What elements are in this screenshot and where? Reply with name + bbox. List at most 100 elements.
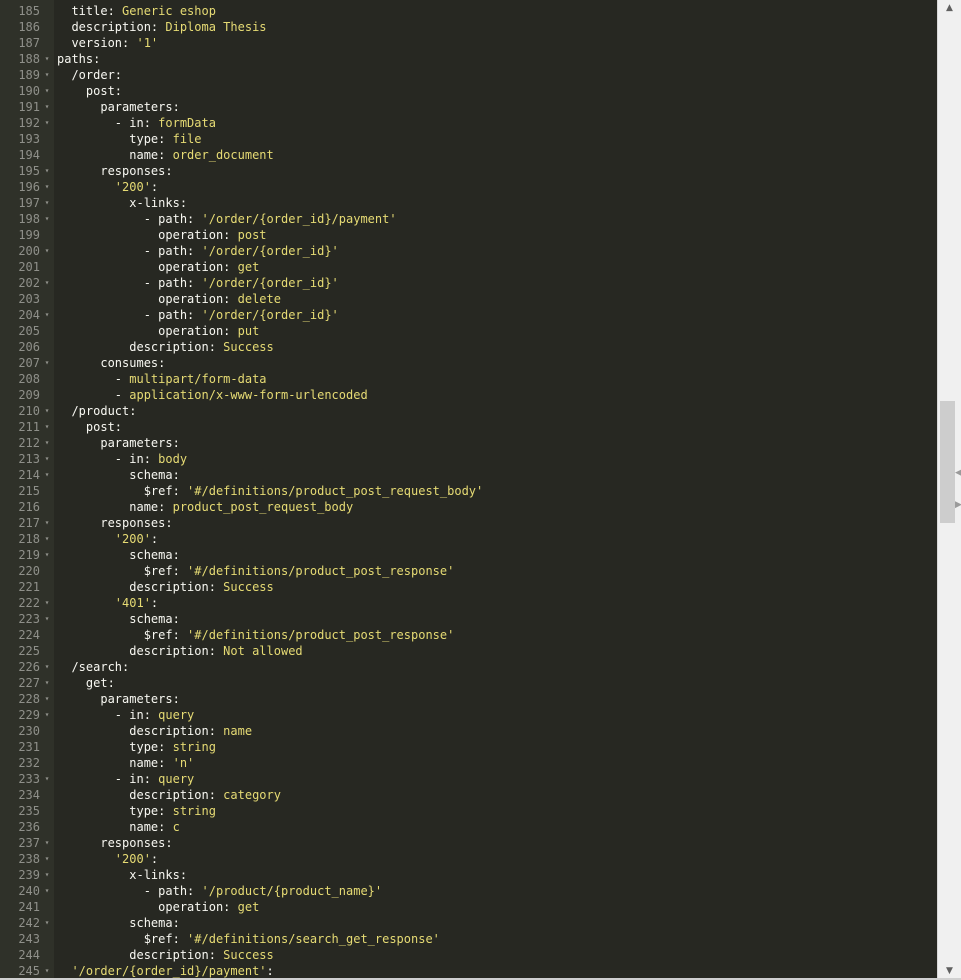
code-line[interactable]: 218 ▾ '200':: [0, 531, 940, 547]
chevron-down-icon[interactable]: ▾: [43, 675, 51, 691]
code-lines[interactable]: 185 title: Generic eshop 186 description:…: [0, 3, 940, 979]
code-line[interactable]: 209 - application/x-www-form-urlencoded: [0, 387, 940, 403]
code-line[interactable]: 245 ▾ '/order/{order_id}/payment':: [0, 963, 940, 979]
code-line[interactable]: 204 ▾ - path: '/order/{order_id}': [0, 307, 940, 323]
code-line[interactable]: 185 title: Generic eshop: [0, 3, 940, 19]
chevron-down-icon[interactable]: ▾: [43, 419, 51, 435]
chevron-down-icon[interactable]: ▾: [43, 99, 51, 115]
chevron-down-icon[interactable]: ▾: [43, 691, 51, 707]
code-line[interactable]: 225 description: Not allowed: [0, 643, 940, 659]
code-line[interactable]: 222 ▾ '401':: [0, 595, 940, 611]
chevron-down-icon[interactable]: ▾: [43, 195, 51, 211]
code-line[interactable]: 243 $ref: '#/definitions/search_get_resp…: [0, 931, 940, 947]
code-line[interactable]: 197 ▾ x-links:: [0, 195, 940, 211]
chevron-down-icon[interactable]: ▾: [43, 835, 51, 851]
code-line[interactable]: 186 description: Diploma Thesis: [0, 19, 940, 35]
chevron-down-icon[interactable]: ▾: [43, 531, 51, 547]
code-line[interactable]: 235 type: string: [0, 803, 940, 819]
chevron-down-icon[interactable]: ▾: [43, 403, 51, 419]
code-line[interactable]: 203 operation: delete: [0, 291, 940, 307]
code-line[interactable]: 201 operation: get: [0, 259, 940, 275]
code-line[interactable]: 242 ▾ schema:: [0, 915, 940, 931]
chevron-down-icon[interactable]: ▾: [43, 515, 51, 531]
scrollbar-thumb[interactable]: [940, 401, 955, 523]
code-line[interactable]: 230 description: name: [0, 723, 940, 739]
code-line[interactable]: 210 ▾ /product:: [0, 403, 940, 419]
code-line[interactable]: 189 ▾ /order:: [0, 67, 940, 83]
code-line[interactable]: 190 ▾ post:: [0, 83, 940, 99]
code-line[interactable]: 211 ▾ post:: [0, 419, 940, 435]
code-line[interactable]: 219 ▾ schema:: [0, 547, 940, 563]
code-line[interactable]: 234 description: category: [0, 787, 940, 803]
chevron-down-icon[interactable]: ▾: [43, 771, 51, 787]
code-line[interactable]: 239 ▾ x-links:: [0, 867, 940, 883]
chevron-down-icon[interactable]: ▾: [43, 51, 51, 67]
code-editor[interactable]: 185 title: Generic eshop 186 description:…: [0, 0, 961, 980]
code-line[interactable]: 202 ▾ - path: '/order/{order_id}': [0, 275, 940, 291]
chevron-down-icon[interactable]: ▾: [43, 307, 51, 323]
code-line[interactable]: 238 ▾ '200':: [0, 851, 940, 867]
code-line[interactable]: 193 type: file: [0, 131, 940, 147]
chevron-down-icon[interactable]: ▾: [43, 851, 51, 867]
code-line[interactable]: 226 ▾ /search:: [0, 659, 940, 675]
code-line[interactable]: 206 description: Success: [0, 339, 940, 355]
chevron-down-icon[interactable]: ▾: [43, 115, 51, 131]
code-line[interactable]: 221 description: Success: [0, 579, 940, 595]
chevron-down-icon[interactable]: ▾: [43, 451, 51, 467]
code-line[interactable]: 244 description: Success: [0, 947, 940, 963]
code-line[interactable]: 223 ▾ schema:: [0, 611, 940, 627]
chevron-down-icon[interactable]: ▾: [43, 707, 51, 723]
code-line[interactable]: 187 version: '1': [0, 35, 940, 51]
chevron-down-icon[interactable]: ▾: [43, 211, 51, 227]
code-line[interactable]: 198 ▾ - path: '/order/{order_id}/payment': [0, 211, 940, 227]
code-line[interactable]: 224 $ref: '#/definitions/product_post_re…: [0, 627, 940, 643]
chevron-down-icon[interactable]: ▾: [43, 963, 51, 979]
chevron-down-icon[interactable]: ▾: [43, 163, 51, 179]
chevron-down-icon[interactable]: ▾: [43, 83, 51, 99]
code-line[interactable]: 212 ▾ parameters:: [0, 435, 940, 451]
chevron-down-icon[interactable]: ▾: [43, 355, 51, 371]
chevron-down-icon[interactable]: ▾: [43, 595, 51, 611]
chevron-down-icon[interactable]: ▾: [43, 867, 51, 883]
chevron-down-icon[interactable]: ▾: [43, 275, 51, 291]
code-line[interactable]: 205 operation: put: [0, 323, 940, 339]
code-line[interactable]: 220 $ref: '#/definitions/product_post_re…: [0, 563, 940, 579]
code-line[interactable]: 228 ▾ parameters:: [0, 691, 940, 707]
chevron-down-icon[interactable]: ▾: [43, 67, 51, 83]
code-line[interactable]: 200 ▾ - path: '/order/{order_id}': [0, 243, 940, 259]
code-line[interactable]: 227 ▾ get:: [0, 675, 940, 691]
triangle-up-icon[interactable]: ▲: [938, 0, 961, 17]
code-line[interactable]: 233 ▾ - in: query: [0, 771, 940, 787]
chevron-down-icon[interactable]: ▾: [43, 659, 51, 675]
code-line[interactable]: 240 ▾ - path: '/product/{product_name}': [0, 883, 940, 899]
code-line[interactable]: 199 operation: post: [0, 227, 940, 243]
chevron-down-icon[interactable]: ▾: [43, 243, 51, 259]
code-line[interactable]: 192 ▾ - in: formData: [0, 115, 940, 131]
code-line[interactable]: 231 type: string: [0, 739, 940, 755]
code-line[interactable]: 217 ▾ responses:: [0, 515, 940, 531]
code-line[interactable]: 196 ▾ '200':: [0, 179, 940, 195]
chevron-down-icon[interactable]: ▾: [43, 611, 51, 627]
code-line[interactable]: 241 operation: get: [0, 899, 940, 915]
code-line[interactable]: 194 name: order_document: [0, 147, 940, 163]
code-line[interactable]: 188 ▾ paths:: [0, 51, 940, 67]
chevron-down-icon[interactable]: ▾: [43, 547, 51, 563]
code-line[interactable]: 207 ▾ consumes:: [0, 355, 940, 371]
code-line[interactable]: 195 ▾ responses:: [0, 163, 940, 179]
chevron-down-icon[interactable]: ▾: [43, 915, 51, 931]
chevron-down-icon[interactable]: ▾: [43, 883, 51, 899]
code-line[interactable]: 215 $ref: '#/definitions/product_post_re…: [0, 483, 940, 499]
code-line[interactable]: 191 ▾ parameters:: [0, 99, 940, 115]
code-line[interactable]: 229 ▾ - in: query: [0, 707, 940, 723]
code-line[interactable]: 213 ▾ - in: body: [0, 451, 940, 467]
chevron-down-icon[interactable]: ▾: [43, 467, 51, 483]
code-line[interactable]: 208 - multipart/form-data: [0, 371, 940, 387]
code-line[interactable]: 216 name: product_post_request_body: [0, 499, 940, 515]
code-line[interactable]: 232 name: 'n': [0, 755, 940, 771]
code-line[interactable]: 214 ▾ schema:: [0, 467, 940, 483]
code-line[interactable]: 237 ▾ responses:: [0, 835, 940, 851]
pane-splitter-handle[interactable]: ◀ ▶: [955, 468, 961, 510]
code-line[interactable]: 236 name: c: [0, 819, 940, 835]
chevron-down-icon[interactable]: ▾: [43, 435, 51, 451]
chevron-down-icon[interactable]: ▾: [43, 179, 51, 195]
